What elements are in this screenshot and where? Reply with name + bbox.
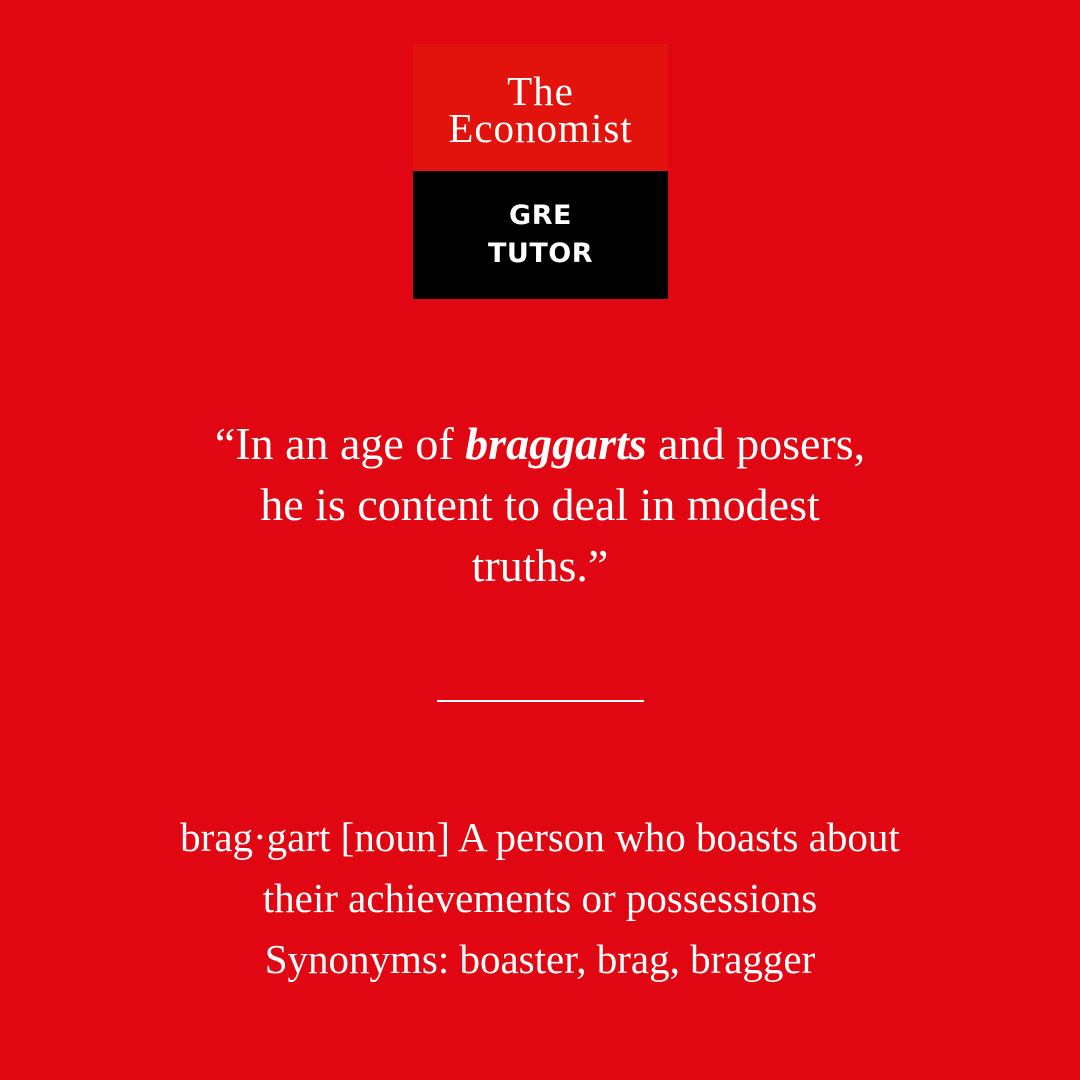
gre-tutor-badge: GRE TUTOR	[413, 171, 668, 299]
quote-line-1-rest: and posers,	[646, 418, 866, 469]
economist-gre-tutor-logo: The Economist GRE TUTOR	[413, 44, 668, 299]
definition-line-2: their achievements or possessions	[262, 875, 818, 921]
wordmark-the: The	[507, 67, 574, 114]
definition-line-1: brag·gart [noun] A person who boasts abo…	[180, 814, 900, 860]
divider	[437, 700, 644, 702]
quote-line-3: truths.”	[471, 540, 609, 591]
quote-keyword: braggarts	[465, 418, 647, 469]
badge-gre: GRE	[509, 200, 572, 231]
economist-wordmark: The Economist	[413, 44, 668, 171]
quote-line-2: he is content to deal in modest	[260, 479, 820, 530]
synonyms-line: Synonyms: boaster, brag, bragger	[264, 936, 816, 982]
word-definition: brag·gart [noun] A person who boasts abo…	[60, 807, 1020, 990]
quote-open: “In an age of	[214, 418, 466, 469]
quote-line-1: “In an age of braggarts and posers,	[90, 413, 990, 474]
badge-tutor: TUTOR	[487, 238, 593, 269]
wordmark-economist: Economist	[448, 104, 633, 151]
example-quote: “In an age of braggarts and posers, he i…	[90, 413, 990, 596]
